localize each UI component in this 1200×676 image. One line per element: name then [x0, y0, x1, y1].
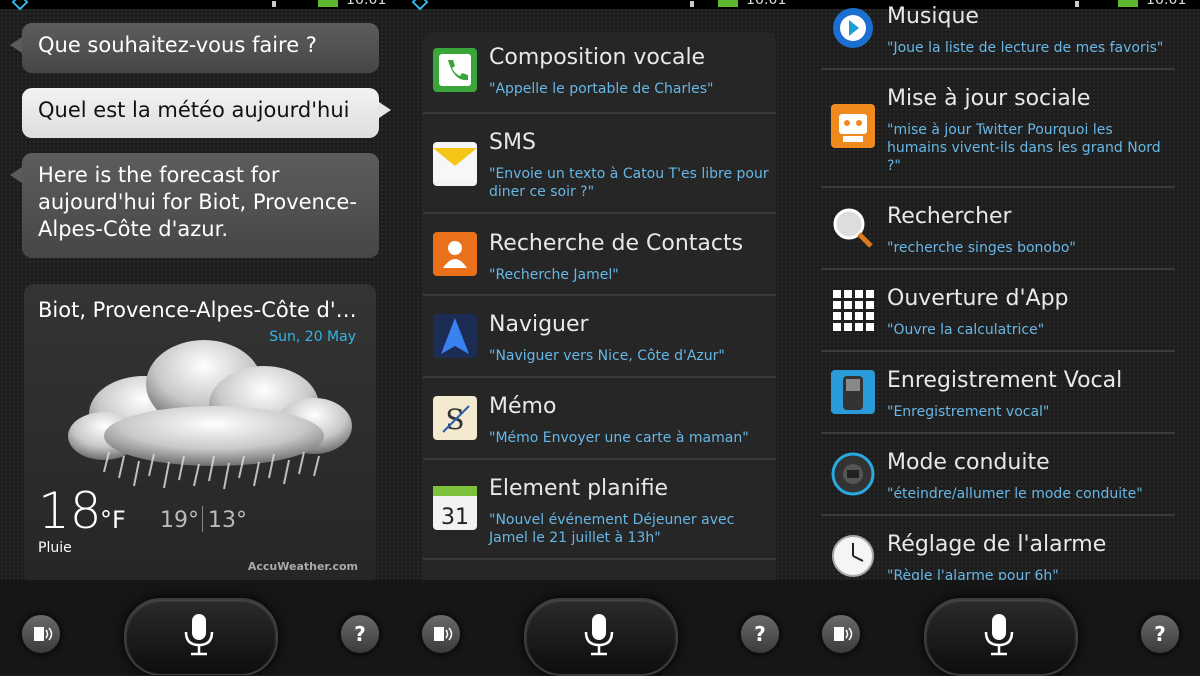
user-query-bubble: Quel est la météo aujourd'hui — [22, 88, 391, 138]
speaker-icon — [834, 627, 853, 641]
command-title: Réglage de l'alarme — [887, 532, 1107, 557]
command-example: "mise à jour Twitter Pourquoi les humain… — [887, 122, 1161, 174]
command-title: SMS — [489, 130, 536, 155]
microphone-button[interactable] — [124, 598, 278, 675]
list-item[interactable]: 31 Element planifie "Nouvel événement Dé… — [423, 460, 776, 560]
status-time: 16:01 — [746, 0, 787, 8]
command-example: "Mémo Envoyer une carte à maman" — [489, 430, 749, 446]
weather-temperature: 18 — [38, 482, 102, 540]
weather-divider — [202, 506, 203, 532]
assistant-answer-text: Here is the forecast for aujourd'hui for… — [38, 163, 357, 241]
command-list-left[interactable]: Composition vocale "Appelle le portable … — [423, 32, 776, 580]
command-title: Ouverture d'App — [887, 286, 1069, 311]
microphone-icon — [584, 614, 614, 656]
bottom-bar: ? — [400, 580, 800, 676]
rain-cloud-icon — [68, 340, 352, 490]
calendar-icon: 31 — [433, 486, 477, 530]
command-example: "éteindre/allumer le mode conduite" — [887, 486, 1143, 502]
list-item[interactable]: Recherche de Contacts "Recherche Jamel" — [423, 214, 776, 296]
speaker-mode-button[interactable] — [421, 614, 461, 654]
notification-icon — [411, 0, 429, 11]
envelope-icon — [433, 142, 477, 186]
command-title: Mode conduite — [887, 450, 1050, 475]
bottom-bar: ? — [0, 580, 400, 675]
speaker-mode-button[interactable] — [21, 614, 61, 654]
notification-icon — [11, 0, 29, 11]
weather-location: Biot, Provence-Alpes-Côte d'… — [38, 298, 357, 322]
command-title: Composition vocale — [489, 45, 706, 70]
command-example: "Recherche Jamel" — [489, 267, 619, 283]
status-time: 16:01 — [346, 0, 387, 8]
speaker-icon — [34, 627, 53, 641]
signal-icon — [272, 1, 276, 7]
speaker-mode-button[interactable] — [821, 614, 861, 654]
command-example: "Naviguer vers Nice, Côte d'Azur" — [489, 348, 725, 364]
command-title: Enregistrement Vocal — [887, 368, 1123, 393]
list-item[interactable]: SMS "Envoie un texto à Catou T'es libre … — [423, 114, 776, 214]
user-query-text: Quel est la météo aujourd'hui — [38, 98, 350, 122]
bottom-bar: ? — [800, 580, 1200, 676]
assistant-answer-bubble: Here is the forecast for aujourd'hui for… — [10, 153, 379, 258]
status-bar: 16:01 — [400, 0, 800, 11]
music-icon — [831, 6, 875, 50]
command-title: Recherche de Contacts — [489, 231, 744, 256]
list-item[interactable]: Musique "Joue la liste de lecture de mes… — [821, 0, 1175, 70]
phone-icon — [433, 48, 477, 92]
help-button[interactable]: ? — [1140, 614, 1180, 654]
command-example: "recherche singes bonobo" — [887, 240, 1076, 256]
magnifier-icon — [831, 206, 875, 250]
weather-low: 13° — [208, 508, 247, 533]
command-title: Rechercher — [887, 204, 1012, 229]
help-button[interactable]: ? — [740, 614, 780, 654]
weather-unit: °F — [100, 506, 126, 534]
list-item[interactable]: S Mémo "Mémo Envoyer une carte à maman" — [423, 378, 776, 460]
microphone-icon — [984, 614, 1014, 656]
conversation-panel: 16:01 Que souhaitez-vous faire ? Quel es… — [0, 0, 400, 675]
battery-icon — [318, 0, 338, 7]
command-example: "Joue la liste de lecture de mes favoris… — [887, 40, 1164, 56]
status-bar: 16:01 — [0, 0, 400, 11]
navigation-arrow-icon — [433, 314, 477, 358]
speaker-icon — [434, 627, 453, 641]
clock-icon — [831, 534, 875, 578]
list-item[interactable]: Mode conduite "éteindre/allumer le mode … — [821, 434, 1175, 516]
list-item[interactable]: Rechercher "recherche singes bonobo" — [821, 188, 1175, 270]
microphone-icon — [184, 614, 214, 656]
signal-icon — [690, 1, 694, 7]
social-icon — [831, 104, 875, 148]
list-item[interactable]: Composition vocale "Appelle le portable … — [423, 32, 776, 114]
weather-condition: Pluie — [38, 540, 72, 556]
command-example: "Nouvel événement Déjeuner avec Jamel le… — [489, 512, 735, 546]
list-item[interactable]: Ouverture d'App "Ouvre la calculatrice" — [821, 270, 1175, 352]
list-item[interactable]: Enregistrement Vocal "Enregistrement voc… — [821, 352, 1175, 434]
car-mode-icon — [831, 452, 875, 496]
command-title: Mémo — [489, 394, 557, 419]
svg-text:31: 31 — [441, 505, 469, 530]
command-example: "Appelle le portable de Charles" — [489, 81, 714, 97]
contact-icon — [433, 232, 477, 276]
battery-icon — [718, 0, 738, 7]
microphone-button[interactable] — [524, 598, 678, 676]
memo-icon: S — [433, 396, 477, 440]
voice-recorder-icon — [831, 370, 875, 414]
list-item[interactable]: Naviguer "Naviguer vers Nice, Côte d'Azu… — [423, 296, 776, 378]
command-example: "Envoie un texto à Catou T'es libre pour… — [489, 166, 769, 200]
command-title: Mise à jour sociale — [887, 86, 1091, 111]
accuweather-logo: AccuWeather.com — [247, 560, 358, 573]
command-title: Musique — [887, 4, 979, 29]
help-button[interactable]: ? — [340, 614, 380, 654]
weather-card[interactable]: Biot, Provence-Alpes-Côte d'… Sun, 20 Ma… — [24, 284, 376, 584]
command-example: "Enregistrement vocal" — [887, 404, 1050, 420]
command-title: Element planifie — [489, 476, 669, 501]
weather-high: 19° — [160, 508, 199, 533]
list-item[interactable]: Mise à jour sociale "mise à jour Twitter… — [821, 70, 1175, 188]
command-title: Naviguer — [489, 312, 589, 337]
microphone-button[interactable] — [924, 598, 1078, 676]
assistant-prompt-text: Que souhaitez-vous faire ? — [38, 33, 317, 57]
command-example: "Ouvre la calculatrice" — [887, 322, 1045, 338]
app-grid-icon — [831, 288, 875, 332]
command-list-right[interactable]: Musique "Joue la liste de lecture de mes… — [821, 0, 1175, 598]
assistant-prompt-bubble: Que souhaitez-vous faire ? — [10, 23, 379, 73]
